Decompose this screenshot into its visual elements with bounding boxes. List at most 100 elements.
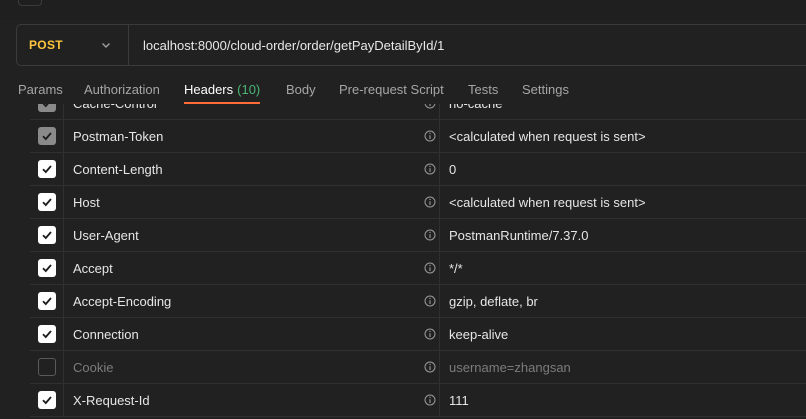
row-checkbox-cell [30, 104, 64, 119]
info-icon[interactable] [424, 394, 436, 406]
header-value[interactable]: 111 [440, 384, 806, 416]
request-tabs: Params Authorization Headers (10) Body Pr… [0, 74, 806, 104]
header-value[interactable]: */* [440, 252, 806, 284]
check-icon [41, 198, 52, 207]
check-icon [41, 132, 52, 141]
tab-count-badge: (10) [237, 81, 261, 97]
tab-label: Body [286, 81, 316, 97]
header-enabled-checkbox[interactable] [37, 193, 56, 211]
request-url-bar: POST [16, 24, 806, 66]
table-row: Accept */* [30, 252, 806, 285]
tab-label: Params [18, 81, 63, 97]
row-checkbox-cell [30, 285, 64, 317]
info-icon[interactable] [424, 328, 436, 340]
info-icon[interactable] [424, 361, 436, 373]
table-row: Host <calculated when request is sent> [30, 186, 806, 219]
header-value[interactable]: PostmanRuntime/7.37.0 [440, 219, 806, 251]
header-key-cell[interactable]: User-Agent [64, 219, 440, 251]
info-icon[interactable] [424, 104, 436, 109]
tab-authorization[interactable]: Authorization [84, 74, 160, 104]
check-icon [41, 264, 52, 273]
table-row: X-Request-Id 111 [30, 384, 806, 417]
header-key-cell[interactable]: Host [64, 186, 440, 218]
row-checkbox-cell [30, 318, 64, 350]
table-row: Postman-Token <calculated when request is… [30, 120, 806, 153]
header-enabled-checkbox[interactable] [37, 292, 56, 310]
check-icon [41, 297, 52, 306]
table-row: Connection keep-alive [30, 318, 806, 351]
tab-label: Pre-request Script [339, 81, 444, 97]
header-key-cell[interactable]: Content-Length [64, 153, 440, 185]
info-icon[interactable] [424, 262, 436, 274]
header-enabled-checkbox[interactable] [37, 127, 56, 145]
header-enabled-checkbox[interactable] [37, 325, 56, 343]
header-key-cell[interactable]: Accept-Encoding [64, 285, 440, 317]
header-value[interactable]: <calculated when request is sent> [440, 186, 806, 218]
check-icon [41, 330, 52, 339]
check-icon [42, 104, 49, 108]
tab-label: Settings [522, 81, 569, 97]
table-row: Accept-Encoding gzip, deflate, br [30, 285, 806, 318]
tab-body[interactable]: Body [286, 74, 316, 104]
header-value[interactable]: <calculated when request is sent> [440, 120, 806, 152]
header-key-cell[interactable]: X-Request-Id [64, 384, 440, 416]
header-key: Cookie [73, 359, 114, 375]
header-key: Content-Length [73, 161, 163, 177]
headers-table: Cache-Control no-cache Postman-Token <calcu… [30, 104, 806, 419]
method-select[interactable]: POST [17, 25, 129, 65]
tab-settings[interactable]: Settings [522, 74, 569, 104]
header-key: Cache-Control [73, 104, 157, 111]
header-key: Host [73, 194, 100, 210]
check-icon [41, 165, 52, 174]
info-icon[interactable] [424, 130, 436, 142]
table-row: Cookie username=zhangsan [30, 351, 806, 384]
header-key-cell[interactable]: Accept [64, 252, 440, 284]
window-top-strip [0, 0, 806, 20]
header-enabled-checkbox[interactable] [37, 259, 56, 277]
header-key-cell[interactable]: Cookie [64, 351, 440, 383]
table-row: User-Agent PostmanRuntime/7.37.0 [30, 219, 806, 252]
tab-tests[interactable]: Tests [468, 74, 498, 104]
header-enabled-checkbox[interactable] [37, 391, 56, 409]
tab-headers[interactable]: Headers (10) [184, 74, 261, 104]
info-icon[interactable] [424, 295, 436, 307]
headers-table-body: Cache-Control no-cache Postman-Token <calcu… [30, 104, 806, 417]
method-label: POST [29, 38, 63, 52]
header-key: Accept-Encoding [73, 293, 172, 309]
check-icon [41, 396, 52, 405]
header-value[interactable]: keep-alive [440, 318, 806, 350]
header-value[interactable]: no-cache [440, 104, 806, 119]
row-checkbox-cell [30, 120, 64, 152]
header-enabled-checkbox[interactable] [37, 358, 56, 376]
row-checkbox-cell [30, 153, 64, 185]
header-value[interactable]: 0 [440, 153, 806, 185]
tab-params[interactable]: Params [18, 74, 63, 104]
header-value[interactable]: gzip, deflate, br [440, 285, 806, 317]
url-input[interactable] [129, 25, 806, 65]
table-row: Content-Length 0 [30, 153, 806, 186]
header-key: Accept [73, 260, 113, 276]
header-key: Connection [73, 326, 139, 342]
header-key-cell[interactable]: Cache-Control [64, 104, 440, 119]
header-enabled-checkbox[interactable] [37, 160, 56, 178]
header-value[interactable]: username=zhangsan [440, 351, 806, 383]
info-icon[interactable] [424, 196, 436, 208]
chevron-down-icon [102, 43, 110, 48]
check-icon [41, 231, 52, 240]
row-checkbox-cell [30, 351, 64, 383]
header-enabled-checkbox[interactable] [37, 226, 56, 244]
row-checkbox-cell [30, 252, 64, 284]
header-enabled-checkbox[interactable] [37, 104, 56, 112]
row-checkbox-cell [30, 219, 64, 251]
row-checkbox-cell [30, 186, 64, 218]
tab-stub [18, 0, 42, 6]
table-row: Cache-Control no-cache [30, 104, 806, 120]
header-key: User-Agent [73, 227, 139, 243]
header-key-cell[interactable]: Connection [64, 318, 440, 350]
info-icon[interactable] [424, 229, 436, 241]
header-key-cell[interactable]: Postman-Token [64, 120, 440, 152]
tab-label: Authorization [84, 81, 160, 97]
info-icon[interactable] [424, 163, 436, 175]
header-key: Postman-Token [73, 128, 164, 144]
tab-pre-request-script[interactable]: Pre-request Script [339, 74, 444, 104]
